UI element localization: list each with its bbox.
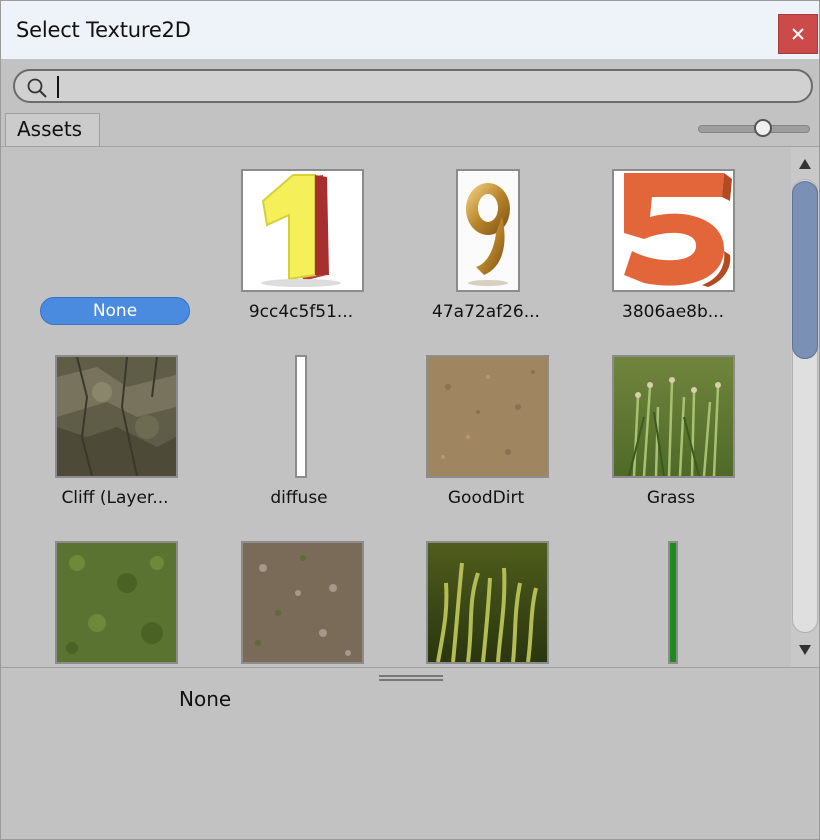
tab-row: Assets xyxy=(1,113,819,147)
grass-blades-icon xyxy=(428,543,547,662)
scroll-thumb[interactable] xyxy=(792,181,818,359)
thumbnail-number-five[interactable] xyxy=(612,169,735,292)
thumbnail-grass-ground[interactable] xyxy=(55,541,178,664)
arrow-down-icon xyxy=(799,645,811,655)
vertical-scrollbar[interactable] xyxy=(791,147,819,667)
splitter-grip-icon[interactable] xyxy=(379,675,443,681)
gravel-texture-icon xyxy=(243,543,362,662)
thumbnail-green-strip[interactable] xyxy=(668,541,678,664)
search-row xyxy=(1,59,819,113)
object-picker-window: Select Texture2D Assets None 9cc4c5f51..… xyxy=(0,0,820,840)
number-nine-icon xyxy=(458,171,518,290)
window-title: Select Texture2D xyxy=(16,18,191,42)
thumbnail-number-one[interactable] xyxy=(241,169,364,292)
item-label: Grass xyxy=(646,488,696,508)
close-icon xyxy=(792,28,804,40)
asset-grid: None 9cc4c5f51... 47a72af26... 3806ae8b.… xyxy=(1,147,791,667)
search-field[interactable] xyxy=(13,69,813,103)
thumbnail-grass-blades[interactable] xyxy=(426,541,549,664)
search-icon xyxy=(27,78,47,98)
search-input[interactable] xyxy=(55,74,795,98)
tab-assets[interactable]: Assets xyxy=(5,113,100,146)
tall-grass-icon xyxy=(614,357,733,476)
none-item[interactable]: None xyxy=(40,297,190,325)
item-label: GoodDirt xyxy=(447,488,525,508)
preview-splitter[interactable] xyxy=(1,667,819,683)
number-one-icon xyxy=(243,171,362,290)
slider-thumb[interactable] xyxy=(754,119,772,137)
item-label: 3806ae8b... xyxy=(622,302,724,322)
rock-texture-icon xyxy=(57,357,176,476)
thumbnail-number-nine[interactable] xyxy=(456,169,520,292)
text-caret xyxy=(57,76,59,98)
thumbnail-dirt-gravel[interactable] xyxy=(241,541,364,664)
dirt-texture-icon xyxy=(428,357,547,476)
item-label: diffuse xyxy=(270,488,328,508)
item-label: Cliff (Layer... xyxy=(61,488,169,508)
thumbnail-white-strip[interactable] xyxy=(295,355,307,478)
grass-ground-icon xyxy=(57,543,176,662)
scroll-up-button[interactable] xyxy=(791,151,819,177)
thumbnail-dirt[interactable] xyxy=(426,355,549,478)
thumbnail-size-slider[interactable] xyxy=(698,119,810,137)
thumbnail-rock[interactable] xyxy=(55,355,178,478)
selected-object-name: None xyxy=(179,687,232,711)
title-bar[interactable]: Select Texture2D xyxy=(1,1,819,59)
item-label: 47a72af26... xyxy=(432,302,540,322)
arrow-up-icon xyxy=(799,159,811,169)
thumbnail-tall-grass[interactable] xyxy=(612,355,735,478)
scroll-down-button[interactable] xyxy=(791,637,819,663)
close-button[interactable] xyxy=(778,14,818,54)
item-label: 9cc4c5f51... xyxy=(248,302,354,322)
number-five-icon xyxy=(614,171,733,290)
